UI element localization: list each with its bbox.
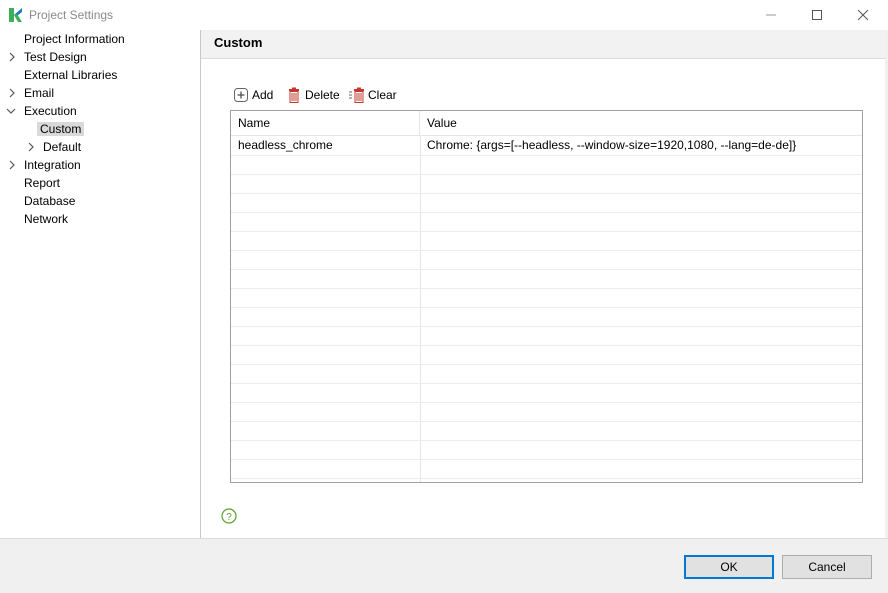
tree-item-network[interactable]: Network [21,210,71,228]
table-row-empty [231,288,862,308]
table-row-empty [231,250,862,270]
tree-item-default[interactable]: Default [24,138,84,156]
tree-item-label: Project Information [24,32,125,46]
dialog-button-bar: OK Cancel [0,538,888,593]
page-title: Custom [214,35,263,50]
cancel-button[interactable]: Cancel [782,555,872,579]
tree-item-label: Execution [24,104,77,118]
settings-tree: Project Information Test Design External… [0,30,200,538]
table-header: Name Value [231,111,862,136]
tree-item-label: External Libraries [24,68,118,82]
tree-item-test-design[interactable]: Test Design [4,48,90,66]
tree-item-external-libraries[interactable]: External Libraries [21,66,120,84]
table-row-empty [231,383,862,403]
tree-item-custom[interactable]: Custom [37,120,85,138]
chevron-right-icon[interactable] [7,160,17,170]
maximize-icon [812,10,822,20]
clear-all-icon [349,87,364,103]
ok-button[interactable]: OK [684,555,774,579]
custom-settings-table: Name Value headless_chrome Chrome: {args… [230,110,863,483]
table-row-empty [231,307,862,327]
trash-icon [289,87,299,103]
tree-item-label: Default [43,140,82,154]
table-row-empty [231,174,862,194]
tree-item-label: Custom [37,122,85,136]
tree-item-integration[interactable]: Integration [4,156,84,174]
tree-item-label: Integration [24,158,81,172]
add-label: Add [252,88,274,102]
table-row-empty [231,212,862,232]
tree-item-email[interactable]: Email [4,84,57,102]
table-row-empty [231,440,862,460]
clear-label: Clear [368,88,397,102]
add-icon [234,88,248,102]
tree-item-label: Report [24,176,61,190]
table-row-empty [231,326,862,346]
table-row-empty [231,402,862,422]
minimize-icon [766,14,776,16]
tree-item-label: Test Design [24,50,87,64]
column-header-name[interactable]: Name [231,111,420,135]
delete-label: Delete [305,88,340,102]
table-row-empty [231,421,862,441]
table-row-empty [231,193,862,213]
table-row-empty [231,231,862,251]
help-icon[interactable]: ? [221,508,237,524]
tree-item-label: Email [24,86,55,100]
svg-text:?: ? [226,512,232,523]
window-title: Project Settings [29,8,114,22]
close-button[interactable] [840,0,886,30]
maximize-button[interactable] [794,0,840,30]
table-row-empty [231,269,862,289]
table-row-empty [231,345,862,365]
table-row[interactable]: headless_chrome Chrome: {args=[--headles… [231,136,862,156]
chevron-right-icon[interactable] [26,142,36,152]
tree-item-project-information[interactable]: Project Information [21,30,128,48]
minimize-button[interactable] [748,0,794,30]
tree-item-execution[interactable]: Execution [4,102,80,120]
tree-item-report[interactable]: Report [21,174,63,192]
table-row-empty [231,459,862,479]
column-header-value[interactable]: Value [420,111,857,135]
chevron-down-icon[interactable] [6,106,16,116]
chevron-right-icon[interactable] [7,52,17,62]
close-icon [857,9,869,21]
tree-item-label: Network [24,212,69,226]
tree-item-database[interactable]: Database [21,192,78,210]
katalon-logo-icon [9,8,22,22]
table-row-empty [231,155,862,175]
title-bar: Project Settings [0,0,888,30]
settings-page: Custom Add Delete Clear Name Value headl… [201,30,885,538]
cell-name[interactable]: headless_chrome [231,136,419,155]
cell-value[interactable]: Chrome: {args=[--headless, --window-size… [420,136,857,155]
chevron-right-icon[interactable] [7,88,17,98]
tree-item-label: Database [24,194,76,208]
table-row-empty [231,364,862,384]
page-header: Custom [201,30,885,59]
